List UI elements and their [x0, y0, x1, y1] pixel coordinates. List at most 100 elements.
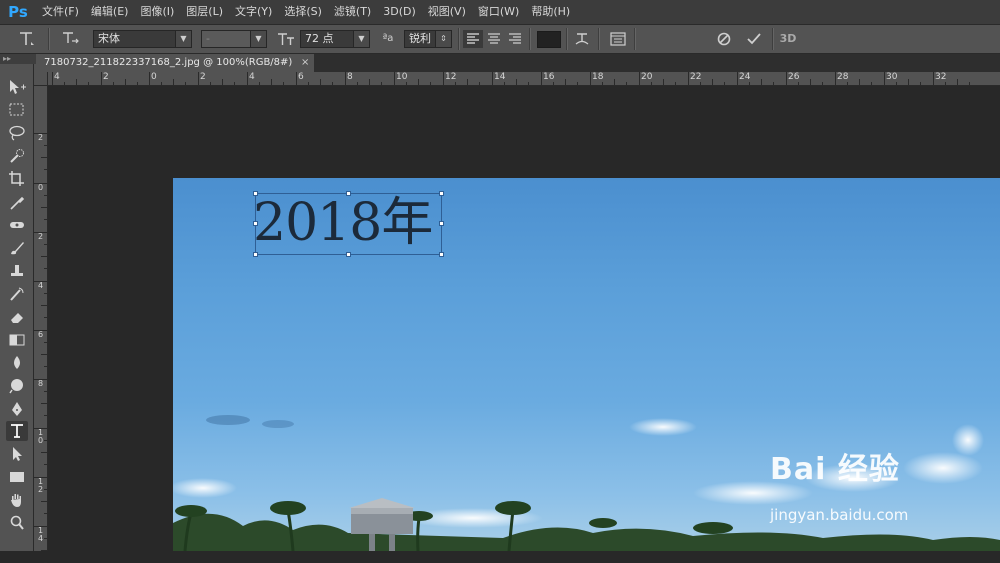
menu-help[interactable]: 帮助(H)	[525, 0, 576, 24]
ruler-tick-label: 30	[886, 72, 898, 82]
dodge-tool-icon[interactable]	[6, 376, 28, 396]
transform-handle[interactable]	[346, 252, 351, 257]
menu-file[interactable]: 文件(F)	[36, 0, 85, 24]
font-family-select[interactable]: 宋体 ▼	[93, 30, 192, 48]
marquee-tool-icon[interactable]	[6, 100, 28, 120]
ruler-minor-tick	[41, 403, 47, 404]
ruler-tick-label: 20	[641, 72, 653, 82]
watermark-url: jingyan.baidu.com	[770, 506, 909, 524]
document-tab[interactable]: 7180732_211822337168_2.jpg @ 100%(RGB/8#…	[34, 54, 315, 72]
font-size-icon	[276, 30, 296, 48]
ruler-tick-label: 12	[445, 72, 457, 82]
zoom-tool-icon[interactable]	[6, 513, 28, 533]
ruler-minor-tick	[41, 452, 47, 453]
align-center-icon[interactable]	[484, 30, 504, 48]
move-tool-icon[interactable]	[6, 77, 28, 97]
path-select-tool-icon[interactable]	[6, 444, 28, 464]
eyedropper-tool-icon[interactable]	[6, 192, 28, 212]
ruler-tick-label: 14	[37, 526, 44, 543]
transform-handle[interactable]	[439, 221, 444, 226]
ruler-minor-tick	[357, 82, 358, 85]
ruler-tick-label: 4	[249, 72, 255, 82]
warp-text-icon[interactable]	[572, 30, 592, 48]
ruler-minor-tick	[44, 145, 47, 146]
commit-check-icon[interactable]	[744, 30, 764, 48]
clone-stamp-tool-icon[interactable]	[6, 261, 28, 281]
character-panel-icon[interactable]	[608, 30, 628, 48]
transform-handle[interactable]	[253, 221, 258, 226]
rectangle-tool-icon[interactable]	[6, 467, 28, 487]
history-brush-tool-icon[interactable]	[6, 284, 28, 304]
panel-grip-icon[interactable]: ▸▸	[0, 54, 36, 64]
ruler-minor-tick	[847, 82, 848, 85]
ruler-tick	[34, 281, 47, 282]
menu-view[interactable]: 视图(V)	[422, 0, 472, 24]
close-icon[interactable]: ×	[301, 54, 309, 72]
ruler-minor-tick	[381, 82, 382, 85]
text-bounding-box[interactable]	[255, 193, 442, 255]
menu-window[interactable]: 窗口(W)	[472, 0, 525, 24]
transform-handle[interactable]	[439, 252, 444, 257]
ruler-minor-tick	[467, 79, 468, 85]
blur-tool-icon[interactable]	[6, 353, 28, 373]
ruler-minor-tick	[761, 79, 762, 85]
hand-tool-icon[interactable]	[6, 490, 28, 510]
document-tab-title: 7180732_211822337168_2.jpg @ 100%(RGB/8#…	[44, 57, 293, 68]
ruler-minor-tick	[113, 82, 114, 85]
gradient-tool-icon[interactable]	[6, 330, 28, 350]
font-style-select[interactable]: - ▼	[201, 30, 267, 48]
menu-3d[interactable]: 3D(D)	[377, 0, 422, 24]
anti-alias-value: 锐利	[409, 32, 431, 45]
pen-tool-icon[interactable]	[6, 399, 28, 419]
ruler-origin[interactable]	[34, 72, 48, 86]
type-tool-icon[interactable]	[6, 421, 28, 441]
menu-image[interactable]: 图像(I)	[134, 0, 180, 24]
menu-edit[interactable]: 编辑(E)	[85, 0, 135, 24]
ruler-minor-tick	[369, 79, 370, 85]
text-color-swatch[interactable]	[537, 31, 561, 48]
transform-handle[interactable]	[439, 191, 444, 196]
ruler-minor-tick	[663, 79, 664, 85]
ruler-tick	[933, 72, 934, 85]
ruler-minor-tick	[283, 82, 284, 85]
ruler-minor-tick	[210, 82, 211, 85]
menu-layer[interactable]: 图层(L)	[180, 0, 229, 24]
ruler-tick-label: 4	[54, 72, 60, 82]
align-left-icon[interactable]	[463, 30, 483, 48]
ruler-minor-tick	[945, 82, 946, 85]
align-right-icon[interactable]	[505, 30, 525, 48]
toggle-text-orientation-icon[interactable]	[60, 30, 80, 48]
vertical-ruler[interactable]: 2 0 2 4 6 8 10 12 14	[34, 86, 48, 563]
lasso-tool-icon[interactable]	[6, 123, 28, 143]
ruler-minor-tick	[320, 79, 321, 85]
ruler-tick	[835, 72, 836, 85]
font-size-select[interactable]: 72 点 ▼	[300, 30, 370, 48]
ruler-minor-tick	[822, 82, 823, 85]
horizontal-ruler[interactable]: 4 2 0 2 4 6 8 10 12 14 16 18 20 22 24 26 28 30 32	[34, 72, 1000, 86]
menu-select[interactable]: 选择(S)	[278, 0, 328, 24]
ruler-minor-tick	[44, 366, 47, 367]
menu-type[interactable]: 文字(Y)	[229, 0, 278, 24]
brush-tool-icon[interactable]	[6, 238, 28, 258]
ruler-minor-tick	[418, 79, 419, 85]
crop-tool-icon[interactable]	[6, 169, 28, 189]
ruler-tick-label: 14	[494, 72, 506, 82]
ruler-minor-tick	[798, 82, 799, 85]
ruler-tick	[52, 72, 53, 85]
cancel-icon[interactable]	[714, 30, 734, 48]
ruler-minor-tick	[41, 157, 47, 158]
type-tool-preset-icon[interactable]	[16, 30, 36, 48]
healing-brush-tool-icon[interactable]	[6, 215, 28, 235]
transform-handle[interactable]	[253, 191, 258, 196]
transform-handle[interactable]	[346, 191, 351, 196]
ruler-tick-label: 2	[200, 72, 206, 82]
ruler-tick	[149, 72, 150, 85]
3d-button[interactable]: 3D	[778, 30, 798, 48]
eraser-tool-icon[interactable]	[6, 307, 28, 327]
ruler-minor-tick	[234, 82, 235, 85]
chevron-down-icon: ▼	[353, 31, 369, 47]
menu-filter[interactable]: 滤镜(T)	[328, 0, 377, 24]
anti-alias-select[interactable]: 锐利 ⇕	[404, 30, 452, 48]
quick-select-tool-icon[interactable]	[6, 146, 28, 166]
transform-handle[interactable]	[253, 252, 258, 257]
